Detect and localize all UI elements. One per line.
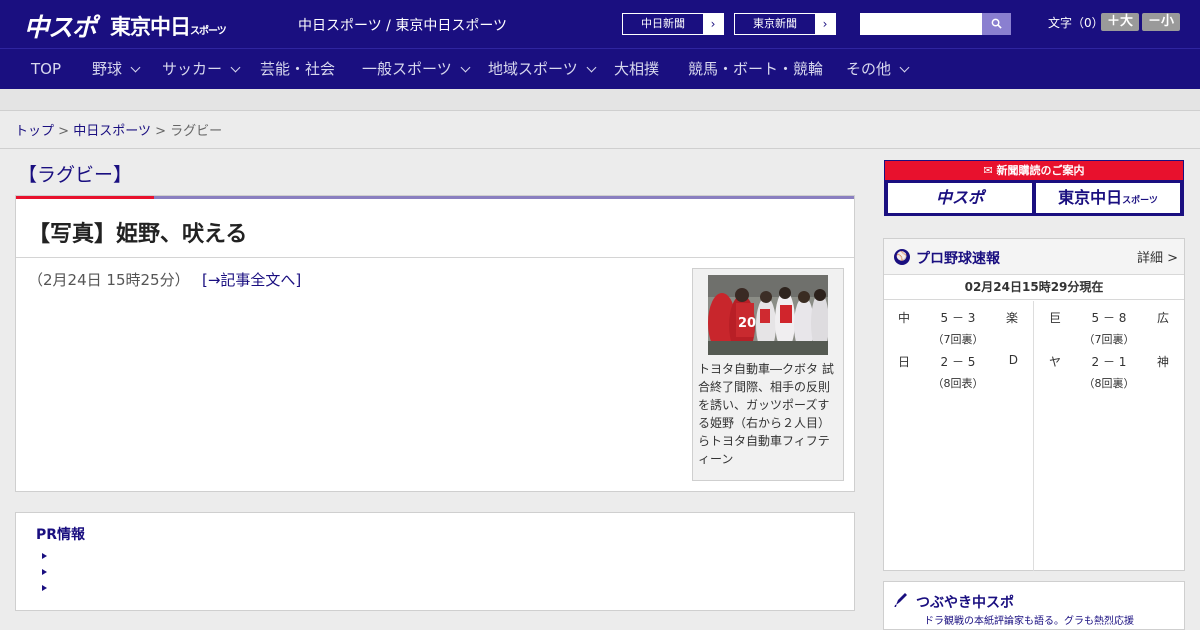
ad-strip — [0, 89, 1200, 111]
nav-item-label: サッカー — [162, 60, 223, 78]
subscription-banner-title: ✉ 新聞購読のご案内 — [885, 161, 1183, 180]
subscription-banner[interactable]: ✉ 新聞購読のご案内 中スポ 東京中日スポーツ — [884, 160, 1184, 216]
chunichi-shimbun-label: 中日新聞 — [641, 17, 685, 30]
chunichi-shimbun-link[interactable]: 中日新聞 › — [622, 13, 724, 35]
photo-card: 20 トヨタ自動車―クボタ 試合終了間際、相手の反則を誘い、ガッツポーズする姫野… — [692, 268, 844, 481]
newspaper-icon: ✉ — [983, 164, 997, 177]
nav-item-entertainment[interactable]: 芸能・社会 — [260, 49, 335, 89]
pr-title: PR情報 — [36, 527, 86, 543]
nav-item-label: 芸能・社会 — [260, 60, 336, 78]
article-photo[interactable]: 20 — [708, 275, 828, 355]
subscribe-tokyo-label: 東京中日 — [1058, 188, 1123, 207]
subscribe-tokyo-button[interactable]: 東京中日スポーツ — [1036, 183, 1180, 213]
tokyo-logo-text: 東京中日 — [110, 15, 191, 39]
article-card: 【写真】姫野、吠える （2月24日 15時25分） [→記事全文へ] 20 トヨ… — [15, 195, 855, 492]
nav-item-other[interactable]: その他 — [846, 49, 910, 89]
photo-caption: トヨタ自動車―クボタ 試合終了間際、相手の反則を誘い、ガッツポーズする姫野（右か… — [698, 362, 834, 466]
pr-item-bullet[interactable] — [42, 585, 47, 591]
baseball-column-right: 巨 5 － 8 広 （7回裏） ヤ 2 － 1 神 （8回裏） — [1035, 301, 1185, 571]
team-away: D — [1008, 353, 1018, 367]
pr-section: PR情報 — [15, 512, 855, 611]
divider — [16, 257, 854, 258]
game-inning: （8回表） — [932, 377, 984, 390]
tokyo-shimbun-link[interactable]: 東京新聞 › — [734, 13, 836, 35]
tsubuyaki-widget[interactable]: つぶやき中スポ ドラ観戦の本紙評論家も語る。グラも熱烈応援 — [883, 581, 1185, 630]
nav-item-label: 大相撲 — [614, 60, 660, 78]
nav-item-label: その他 — [846, 60, 892, 78]
baseball-header: ⚾ プロ野球速報 詳細 > — [884, 239, 1184, 275]
breadcrumb-top-link[interactable]: トップ — [15, 124, 54, 139]
subscribe-chuspo-button[interactable]: 中スポ — [888, 183, 1032, 213]
subscribe-chuspo-label: 中スポ — [935, 188, 984, 207]
jersey-number: 20 — [738, 316, 756, 331]
article-accent-line — [16, 196, 854, 199]
game-row[interactable]: 巨 5 － 8 広 （7回裏） — [1035, 301, 1183, 346]
pen-icon — [894, 593, 907, 607]
baseball-title: プロ野球速報 — [916, 251, 1000, 267]
nav-item-label: 一般スポーツ — [362, 60, 452, 78]
nav-item-label: 競馬・ボート・競輪 — [688, 60, 824, 78]
pr-item-bullet[interactable] — [42, 553, 47, 559]
chevron-down-icon — [130, 62, 141, 73]
nav-item-general-sports[interactable]: 一般スポーツ — [362, 49, 471, 89]
baseball-timestamp: 02月24日15時29分現在 — [884, 276, 1184, 300]
nav-item-sumo[interactable]: 大相撲 — [614, 49, 659, 89]
tokyo-chunichi-logo[interactable]: 東京中日スポーツ — [110, 11, 227, 41]
nav-item-regional-sports[interactable]: 地域スポーツ — [488, 49, 597, 89]
nav-item-racing[interactable]: 競馬・ボート・競輪 — [688, 49, 823, 89]
site-header: 中スポ 東京中日スポーツ 中日スポーツ / 東京中日スポーツ 中日新聞 › 東京… — [0, 0, 1200, 48]
team-away: 神 — [1156, 355, 1169, 369]
game-inning: （8回裏） — [1083, 377, 1135, 390]
search-input[interactable] — [860, 13, 982, 35]
game-row[interactable]: 日 2 － 5 D （8回表） — [884, 345, 1032, 390]
font-smaller-button[interactable]: －小 — [1142, 13, 1180, 31]
baseball-icon: ⚾ — [894, 249, 910, 265]
main-nav: TOP 野球 サッカー 芸能・社会 一般スポーツ 地域スポーツ 大相撲 競馬・ボ… — [0, 48, 1200, 89]
breadcrumb-current: ラグビー — [170, 124, 223, 139]
nav-item-top[interactable]: TOP — [31, 49, 61, 89]
breadcrumb-separator: > — [155, 124, 166, 139]
nav-item-label: 地域スポーツ — [488, 60, 578, 78]
nav-item-baseball[interactable]: 野球 — [92, 49, 141, 89]
team-away: 楽 — [1005, 311, 1018, 325]
chevron-down-icon — [586, 62, 597, 73]
chevron-right-icon: › — [703, 14, 723, 34]
breadcrumb-chunichi-sports-link[interactable]: 中日スポーツ — [73, 124, 151, 139]
tsubuyaki-subtitle: ドラ観戦の本紙評論家も語る。グラも熱烈応援 — [924, 616, 1134, 627]
article-date: （2月24日 15時25分） — [28, 271, 190, 289]
tsubuyaki-title: つぶやき中スポ — [916, 595, 1014, 611]
article-accent-red — [16, 196, 154, 199]
pr-item-bullet[interactable] — [42, 569, 47, 575]
nav-item-label: 野球 — [92, 60, 123, 78]
site-title: 中日スポーツ / 東京中日スポーツ — [298, 18, 508, 34]
team-away: 広 — [1156, 311, 1169, 325]
nav-item-soccer[interactable]: サッカー — [162, 49, 241, 89]
chuspo-logo[interactable]: 中スポ — [24, 8, 97, 44]
search-icon — [991, 18, 1002, 29]
breadcrumb: トップ > 中日スポーツ > ラグビー — [15, 120, 222, 139]
full-article-link[interactable]: [→記事全文へ] — [202, 269, 301, 290]
baseball-column-left: 中 5 － 3 楽 （7回裏） 日 2 － 5 D （8回表） — [884, 301, 1034, 571]
article-title: 【写真】姫野、吠える — [28, 222, 248, 247]
divider — [0, 148, 1200, 149]
breadcrumb-separator: > — [58, 124, 70, 139]
baseball-scores-widget: ⚾ プロ野球速報 詳細 > 02月24日15時29分現在 中 5 － 3 楽 （… — [883, 238, 1185, 571]
game-row[interactable]: 中 5 － 3 楽 （7回裏） — [884, 301, 1032, 346]
subscription-banner-text: 新聞購読のご案内 — [996, 164, 1085, 177]
subscribe-tokyo-sub: スポーツ — [1122, 196, 1158, 206]
search-button[interactable] — [982, 13, 1011, 35]
font-size-label: 文字（0） — [1048, 16, 1104, 30]
chevron-down-icon — [230, 62, 241, 73]
category-title: 【ラグビー】 — [18, 164, 133, 186]
nav-item-label: TOP — [31, 60, 62, 78]
chevron-down-icon — [899, 62, 910, 73]
baseball-detail-link[interactable]: 詳細 > — [1137, 247, 1178, 266]
tokyo-logo-sub: スポーツ — [190, 26, 227, 37]
rugby-photo-image: 20 — [708, 275, 828, 355]
game-row[interactable]: ヤ 2 － 1 神 （8回裏） — [1035, 345, 1183, 390]
chevron-down-icon — [460, 62, 471, 73]
chevron-right-icon: › — [815, 14, 835, 34]
font-larger-button[interactable]: ＋大 — [1101, 13, 1139, 31]
tokyo-shimbun-label: 東京新聞 — [753, 17, 797, 30]
